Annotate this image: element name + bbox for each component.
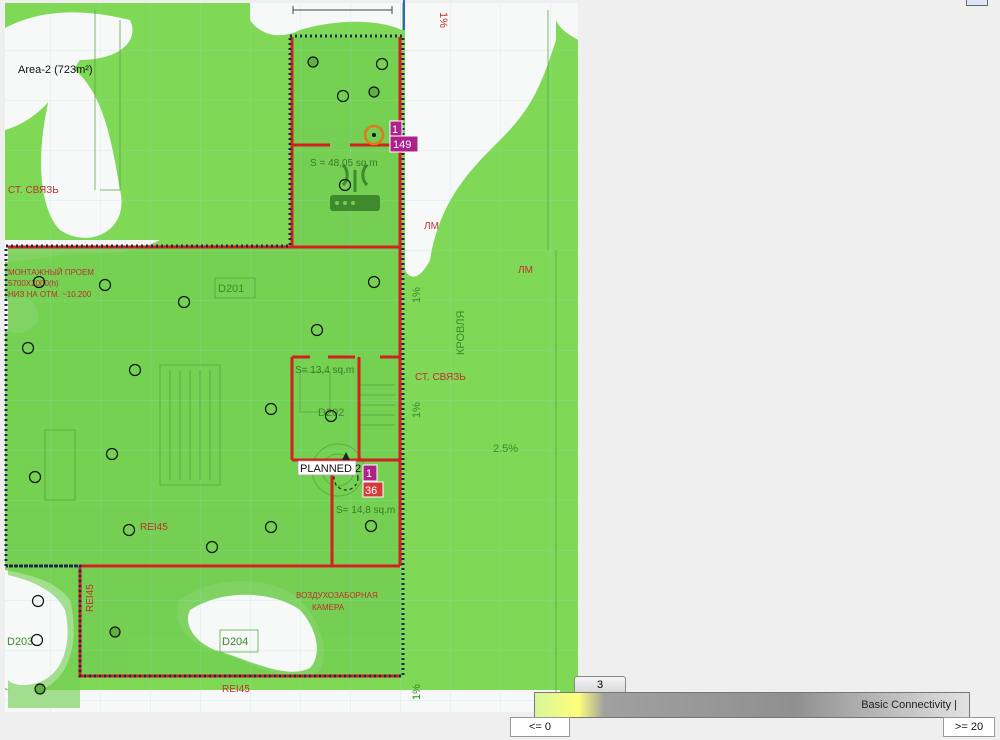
min-value-button[interactable]: <= 0 — [510, 717, 570, 737]
room-tag-d204: D204 — [222, 636, 248, 648]
roof-pct-1: 1% — [411, 287, 423, 303]
air-chamber-label-1: ВОЗДУХОЗАБОРНАЯ — [296, 591, 378, 600]
ap-planned-channel: 36 — [365, 485, 377, 497]
room-tag-d203: D203 — [7, 636, 33, 648]
roof-label: КРОВЛЯ — [455, 311, 467, 355]
roof-pct-4: 1% — [411, 684, 423, 700]
floor-plan-canvas[interactable]: СТ. СВЯЗЬ СТ. СВЯЗЬ ЛМ ЛМ REI45 REI45 RE… — [0, 0, 1000, 740]
montage-label-1: МОНТАЖНЫЙ ПРОЕМ — [8, 268, 94, 277]
corner-map-icon[interactable] — [966, 0, 988, 6]
montage-label-3: НИЗ НА ОТМ. ~10.200 — [8, 290, 92, 299]
room-tag-d201: D201 — [218, 283, 244, 295]
signal-legend-bar[interactable]: Basic Connectivity | — [534, 692, 970, 718]
max-value-button[interactable]: >= 20 — [943, 717, 995, 737]
cvyaz-left: СТ. СВЯЗЬ — [8, 185, 59, 196]
area-label[interactable]: Area-2 (723m²) — [18, 64, 93, 76]
ap-top-count: 1 — [392, 124, 398, 136]
roof-slope-label: 2.5% — [493, 443, 518, 455]
air-chamber-label-2: КАМЕРА — [312, 603, 345, 612]
legend-caption: Basic Connectivity | — [861, 699, 957, 711]
roof-pct-2: 1% — [411, 402, 423, 418]
room-area-mid: S= 13,4 sq.m — [295, 365, 354, 376]
ap-planned-label: PLANNED 2 — [300, 463, 361, 475]
room-area-low: S= 14,8 sq.m — [336, 505, 395, 516]
room-area-top: S = 48,05 sq.m — [310, 158, 378, 169]
rei-label-3: REI45 — [85, 584, 96, 612]
lm-label-2: ЛМ — [518, 265, 533, 276]
rei-label-2: REI45 — [222, 684, 250, 695]
ap-planned-count: 1 — [366, 468, 372, 480]
cvyaz-right: СТ. СВЯЗЬ — [415, 372, 466, 383]
room-tag-d202: D202 — [318, 407, 344, 419]
lm-label-1: ЛМ — [424, 221, 439, 232]
roof-pct-3: 1% — [437, 12, 449, 28]
ap-top-channel: 149 — [393, 139, 411, 151]
rei-label-1: REI45 — [140, 522, 168, 533]
